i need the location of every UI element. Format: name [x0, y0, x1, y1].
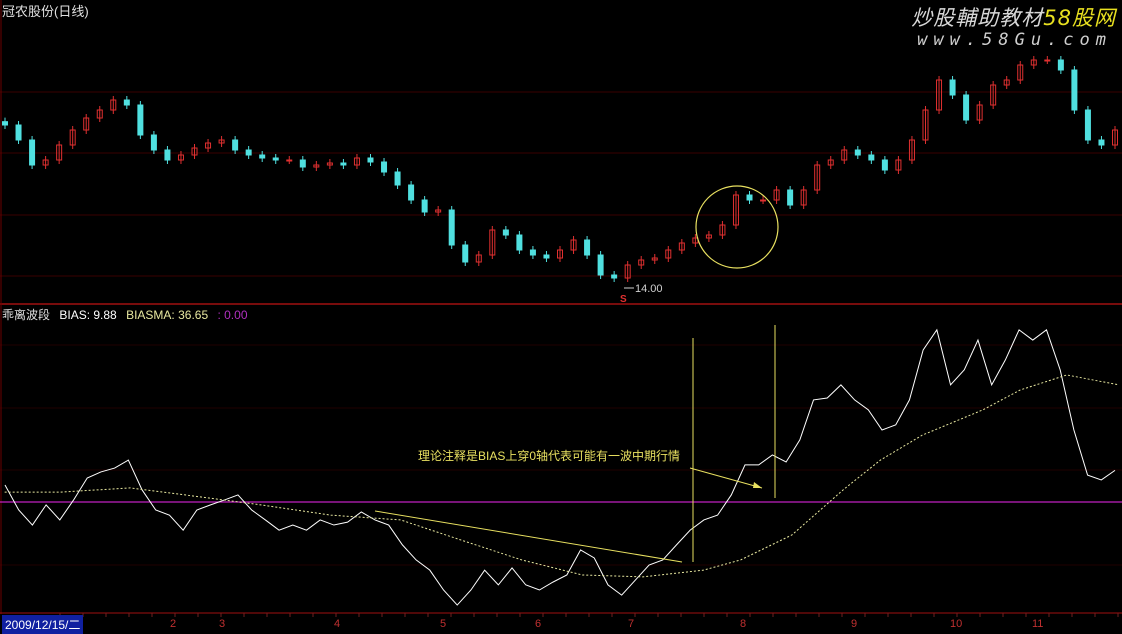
candle-up — [1044, 59, 1051, 62]
candle-down — [367, 157, 374, 163]
candle-down — [123, 99, 130, 106]
month-label: 5 — [440, 618, 447, 630]
candle-down — [529, 249, 536, 256]
candle-down — [2, 121, 8, 126]
arrow-head-icon — [753, 482, 762, 488]
candle-down — [164, 149, 171, 161]
annotation-arrow — [689, 467, 763, 489]
bias-line — [4, 328, 1116, 606]
candle-down — [421, 199, 428, 213]
month-label: 10 — [950, 618, 963, 630]
candle-down — [516, 234, 523, 251]
month-label: 2 — [170, 618, 177, 630]
candle-down — [584, 239, 591, 256]
candle-down — [1071, 69, 1078, 111]
indicator-legend: 乖离波段 BIAS: 9.88 BIASMA: 36.65 : 0.00 — [2, 306, 254, 323]
annotation-text: 理论注释是BIAS上穿0轴代表可能有一波中期行情 — [418, 448, 680, 463]
candle-down — [949, 79, 956, 96]
candle-down — [963, 94, 970, 121]
watermark-url: www.58Gu.com — [917, 30, 1112, 50]
candle-down — [232, 139, 239, 151]
candle-down — [150, 134, 157, 151]
candle-down — [259, 154, 266, 159]
chart-title: 冠农股份(日线) — [2, 4, 89, 19]
watermark-text-b: 58股网 — [1043, 6, 1116, 30]
month-label: 4 — [334, 618, 341, 630]
month-label: 11 — [1032, 618, 1044, 630]
candle-down — [137, 104, 144, 136]
candle-down — [448, 209, 455, 246]
month-label: 8 — [740, 618, 747, 630]
month-label: 9 — [851, 618, 858, 630]
candle-down — [868, 154, 875, 161]
biasma-line — [4, 374, 1119, 578]
biasma-value: BIASMA: 36.65 — [126, 308, 209, 322]
candle-down — [245, 149, 252, 156]
signal-s-marker: S — [620, 294, 627, 305]
candle-down — [1098, 139, 1105, 146]
candle-down — [340, 162, 347, 166]
trend-line — [374, 510, 683, 563]
low-price-label: 14.00 — [635, 283, 663, 295]
candle-down — [408, 184, 415, 201]
candle-up — [760, 199, 767, 202]
bias-panel — [0, 328, 1122, 606]
gridlines — [0, 91, 1122, 566]
candle-down — [462, 244, 469, 263]
candle-down — [1057, 59, 1064, 71]
candle-down — [543, 254, 550, 259]
candle-down — [1084, 109, 1091, 141]
x-axis-ticks — [59, 613, 1119, 617]
candle-down — [299, 159, 306, 168]
cursor-date: 2009/12/15/二 — [2, 615, 84, 634]
bias-value: BIAS: 9.88 — [59, 308, 117, 322]
watermark-text-a: 炒股輔助教材 — [911, 6, 1044, 30]
candlestick-series — [2, 56, 1118, 282]
month-label: 3 — [219, 618, 226, 630]
candle-down — [854, 149, 861, 156]
candle-down — [502, 229, 509, 236]
candle-down — [746, 194, 753, 201]
zero-value: : 0.00 — [217, 308, 248, 322]
candle-up — [286, 159, 293, 162]
candle-down — [597, 254, 604, 276]
watermark-title: 炒股輔助教材58股网 — [911, 2, 1116, 32]
candle-down — [394, 171, 401, 186]
candle-down — [15, 124, 22, 141]
candle-down — [381, 161, 388, 173]
highlight-circle — [695, 185, 779, 269]
candle-down — [29, 139, 36, 166]
candle-down — [881, 159, 888, 171]
candle-down — [272, 157, 279, 161]
candle-down — [787, 189, 794, 206]
indicator-name: 乖离波段 — [2, 308, 51, 322]
month-label: 7 — [628, 618, 635, 630]
month-label: 6 — [535, 618, 542, 630]
candle-down — [611, 274, 618, 279]
